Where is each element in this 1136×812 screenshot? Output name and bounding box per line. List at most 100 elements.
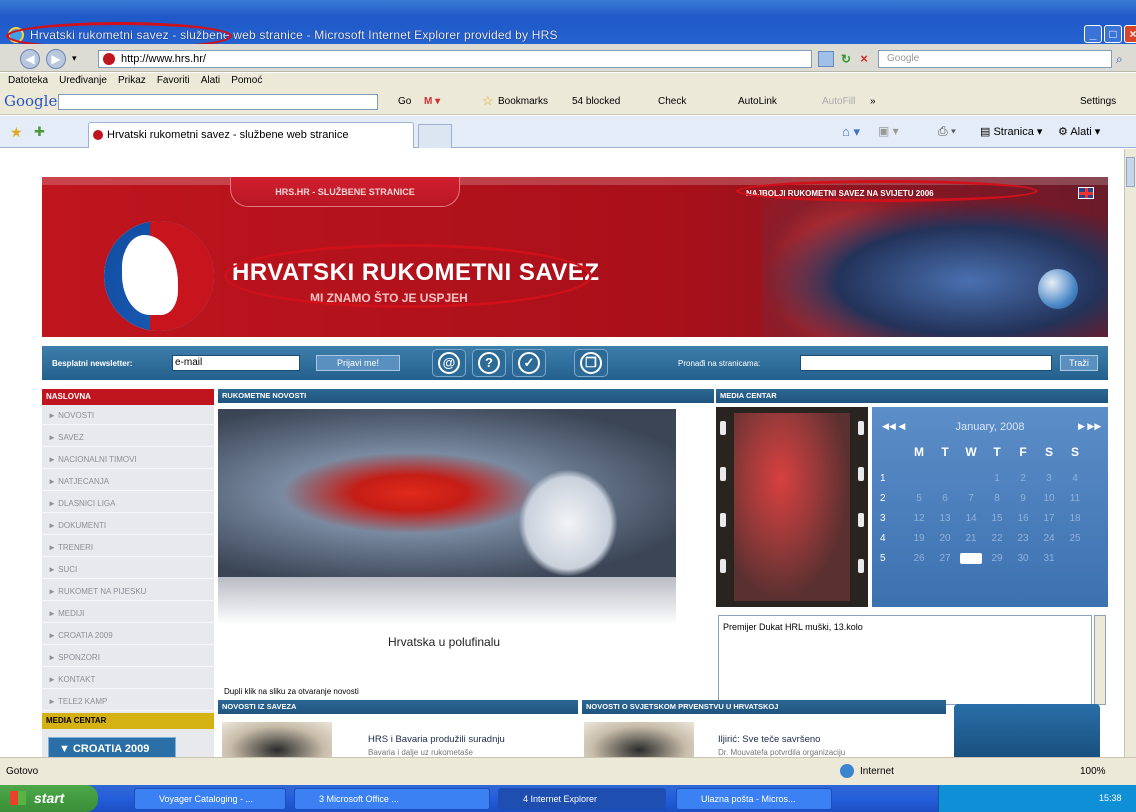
help-icon[interactable]: ? <box>472 349 506 377</box>
nav-item-savez[interactable]: ► SAVEZ <box>42 429 214 447</box>
hrs-logo[interactable] <box>104 221 214 331</box>
spellcheck-button[interactable]: Check <box>658 96 686 107</box>
calendar-day[interactable]: 8 <box>986 493 1008 504</box>
menu-view[interactable]: Prikaz <box>118 73 146 89</box>
news-featured-photo[interactable] <box>218 409 676 577</box>
maximize-button[interactable]: □ <box>1104 25 1122 43</box>
settings-button[interactable]: Settings <box>1080 96 1116 107</box>
calendar-day[interactable]: 18 <box>1064 513 1086 524</box>
news-featured-caption[interactable]: Hrvatska u polufinalu <box>388 635 500 649</box>
page-scroll-thumb[interactable] <box>1126 157 1135 187</box>
calendar-day[interactable]: 26 <box>908 553 930 564</box>
nav-item-natjecanja[interactable]: ► NATJECANJA <box>42 473 214 491</box>
nav-item-pijesak[interactable]: ► RUKOMET NA PIJESKU <box>42 583 214 601</box>
new-tab-button[interactable] <box>418 124 452 148</box>
autofill-button[interactable]: AutoFill <box>822 96 855 107</box>
calendar-day[interactable]: 31 <box>1038 553 1060 564</box>
close-button[interactable]: × <box>1124 25 1136 43</box>
nav-item-dokumenti[interactable]: ► DOKUMENTI <box>42 517 214 535</box>
newsletter-email-input[interactable]: e-mail <box>172 355 300 371</box>
google-go-button[interactable]: Go <box>398 96 411 107</box>
start-button[interactable]: start <box>0 785 98 812</box>
url-input[interactable]: http://www.hrs.hr/ <box>98 50 812 68</box>
clock[interactable]: 15:38 <box>1099 793 1122 803</box>
menu-favorites[interactable]: Favoriti <box>157 73 190 89</box>
calendar-day[interactable]: 27 <box>934 553 956 564</box>
tab-active[interactable]: Hrvatski rukometni savez - službene web … <box>88 122 414 148</box>
favorites-star-icon[interactable]: ★ <box>10 124 23 141</box>
autolink-button[interactable]: AutoLink <box>738 96 777 107</box>
bookmarks-button[interactable]: Bookmarks <box>498 96 548 107</box>
google-search-field[interactable] <box>58 94 378 110</box>
nav-item-tele2[interactable]: ► TELE2 KAMP <box>42 693 214 711</box>
worldcup-news-title[interactable]: Iljirić: Sve teče savršeno <box>718 734 820 745</box>
ticker-scrollbar[interactable] <box>1094 615 1106 705</box>
federation-news-thumbnail[interactable] <box>222 722 332 757</box>
search-icon[interactable]: ⌕ <box>1116 52 1123 67</box>
email-icon[interactable]: @ <box>432 349 466 377</box>
check-icon[interactable]: ✓ <box>512 349 546 377</box>
task-mail[interactable]: Ulazna pošta - Micros... <box>676 788 832 810</box>
nav-item-sponzori[interactable]: ► SPONZORI <box>42 649 214 667</box>
nav-item-mediji[interactable]: ► MEDIJI <box>42 605 214 623</box>
calendar-day[interactable]: 21 <box>960 533 982 544</box>
page-menu[interactable]: ▤ Stranica ▾ <box>980 125 1042 138</box>
worldcup-news-thumbnail[interactable] <box>584 722 694 757</box>
gmail-icon[interactable]: M ▾ <box>424 96 440 107</box>
history-dropdown-icon[interactable]: ▾ <box>72 53 77 64</box>
nav-item-croatia[interactable]: ► CROATIA 2009 <box>42 627 214 645</box>
calendar-day[interactable]: 13 <box>934 513 956 524</box>
nav-media-centar[interactable]: MEDIA CENTAR <box>42 713 214 729</box>
back-button[interactable]: ◀ <box>20 49 40 69</box>
zoom-level[interactable]: 100% <box>1080 766 1106 777</box>
window-icon[interactable]: ❐ <box>574 349 608 377</box>
calendar-day[interactable]: 28 <box>960 553 982 564</box>
header-tab[interactable]: HRS.HR - SLUŽBENE STRANICE <box>230 177 460 207</box>
croatia-2009-button[interactable]: ▼ CROATIA 2009 <box>48 737 176 757</box>
home-icon[interactable]: ⌂ ▾ <box>842 124 860 140</box>
menu-tools[interactable]: Alati <box>201 73 220 89</box>
nav-item-suci[interactable]: ► SUCI <box>42 561 214 579</box>
calendar-day[interactable]: 11 <box>1064 493 1086 504</box>
calendar-day[interactable]: 14 <box>960 513 982 524</box>
federation-news-title[interactable]: HRS i Bavaria produžili suradnju <box>368 734 505 745</box>
calendar-day[interactable]: 22 <box>986 533 1008 544</box>
newsletter-subscribe-button[interactable]: Prijavi me! <box>316 355 400 371</box>
calendar-day[interactable]: 20 <box>934 533 956 544</box>
page-scrollbar[interactable] <box>1124 149 1136 757</box>
side-banner[interactable] <box>954 704 1100 757</box>
stop-icon[interactable]: × <box>856 51 872 67</box>
nav-item-liga[interactable]: ► DLASNICI LIGA <box>42 495 214 513</box>
task-office[interactable]: 3 Microsoft Office ... <box>294 788 490 810</box>
menu-edit[interactable]: Uređivanje <box>59 73 107 89</box>
minimize-button[interactable]: _ <box>1084 25 1102 43</box>
filmstrip-photo[interactable] <box>716 407 868 607</box>
calendar-day[interactable]: 12 <box>908 513 930 524</box>
task-ie[interactable]: 4 Internet Explorer <box>498 788 666 810</box>
calendar-day[interactable]: 23 <box>1012 533 1034 544</box>
popup-blocker-button[interactable]: 54 blocked <box>572 96 620 107</box>
calendar-day[interactable]: 15 <box>986 513 1008 524</box>
english-flag-icon[interactable] <box>1078 187 1094 199</box>
print-icon[interactable]: ⎙ ▾ <box>938 124 956 139</box>
tools-menu[interactable]: ⚙ Alati ▾ <box>1058 125 1100 138</box>
menu-file[interactable]: Datoteka <box>8 73 48 89</box>
nav-home[interactable]: NASLOVNA <box>42 389 214 405</box>
calendar-next-icon[interactable]: ▶ ▶▶ <box>1078 421 1101 432</box>
menu-help[interactable]: Pomoć <box>231 73 262 89</box>
refresh-icon[interactable]: ↻ <box>838 51 854 67</box>
calendar-day[interactable]: 17 <box>1038 513 1060 524</box>
calendar-day[interactable]: 5 <box>908 493 930 504</box>
site-search-input[interactable] <box>800 355 1052 371</box>
nav-item-treneri[interactable]: ► TRENERI <box>42 539 214 557</box>
calendar-day[interactable]: 16 <box>1012 513 1034 524</box>
calendar-day[interactable]: 25 <box>1064 533 1086 544</box>
go-icon[interactable] <box>818 51 834 67</box>
calendar-day[interactable]: 30 <box>1012 553 1034 564</box>
nav-item-timovi[interactable]: ► NACIONALNI TIMOVI <box>42 451 214 469</box>
more-chevron-icon[interactable]: » <box>870 96 876 107</box>
calendar-day[interactable]: 7 <box>960 493 982 504</box>
calendar-day[interactable]: 9 <box>1012 493 1034 504</box>
calendar-day[interactable]: 24 <box>1038 533 1060 544</box>
nav-item-kontakt[interactable]: ► KONTAKT <box>42 671 214 689</box>
